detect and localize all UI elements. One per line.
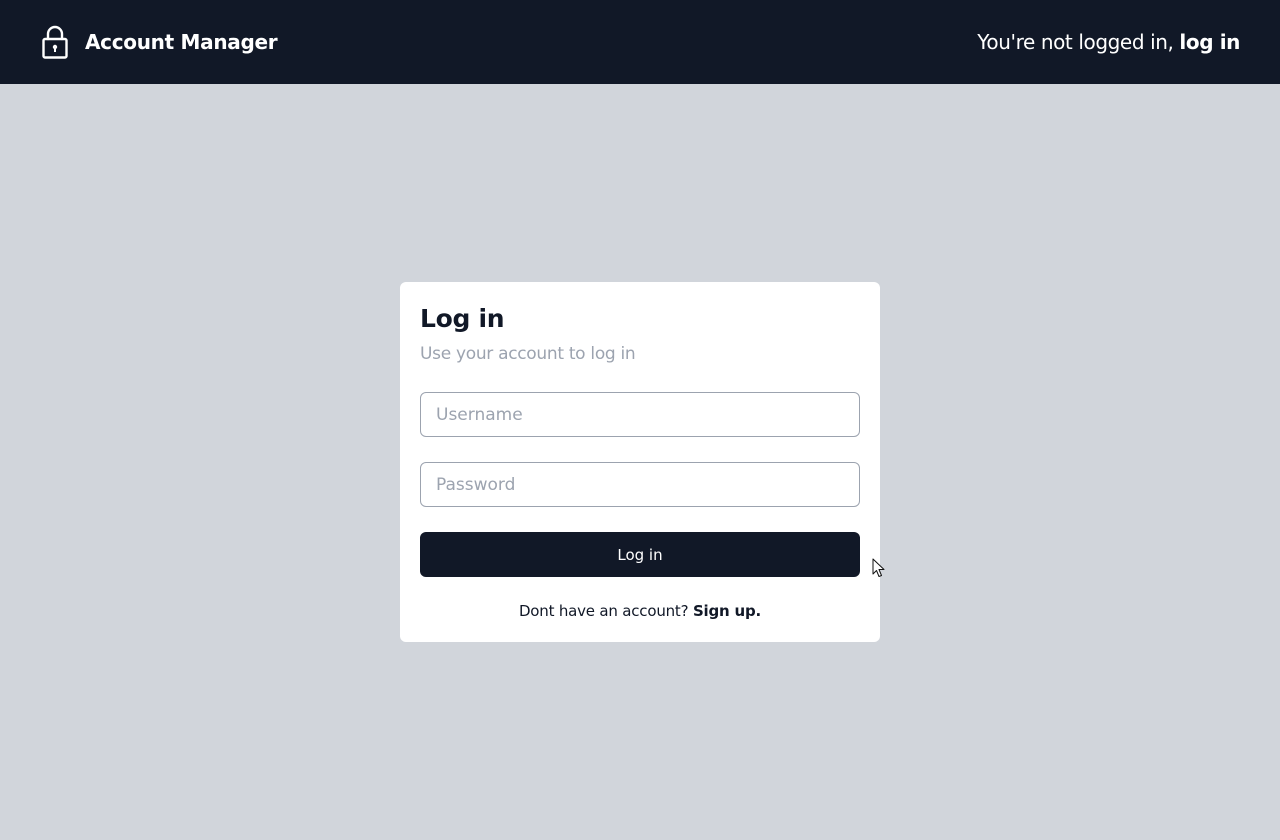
auth-status: You're not logged in, log in	[977, 28, 1240, 56]
signup-link[interactable]: Sign up.	[693, 602, 761, 620]
signup-prompt: Dont have an account?	[518, 602, 693, 620]
lock-icon	[42, 25, 68, 59]
header-login-link[interactable]: log in	[1179, 30, 1240, 54]
mouse-cursor-icon	[872, 558, 885, 577]
auth-status-text: You're not logged in,	[977, 30, 1180, 54]
login-subtitle: Use your account to log in	[420, 344, 636, 364]
brand[interactable]: Account Manager	[40, 24, 278, 60]
username-input[interactable]	[420, 392, 860, 437]
login-button[interactable]: Log in	[420, 532, 860, 577]
top-navbar: Account Manager You're not logged in, lo…	[0, 0, 1280, 84]
signup-row: Dont have an account? Sign up.	[400, 600, 880, 622]
login-card: Log in Use your account to log in Log in…	[400, 282, 880, 642]
app-name: Account Manager	[85, 30, 278, 54]
login-title: Log in	[420, 304, 505, 333]
password-input[interactable]	[420, 462, 860, 507]
